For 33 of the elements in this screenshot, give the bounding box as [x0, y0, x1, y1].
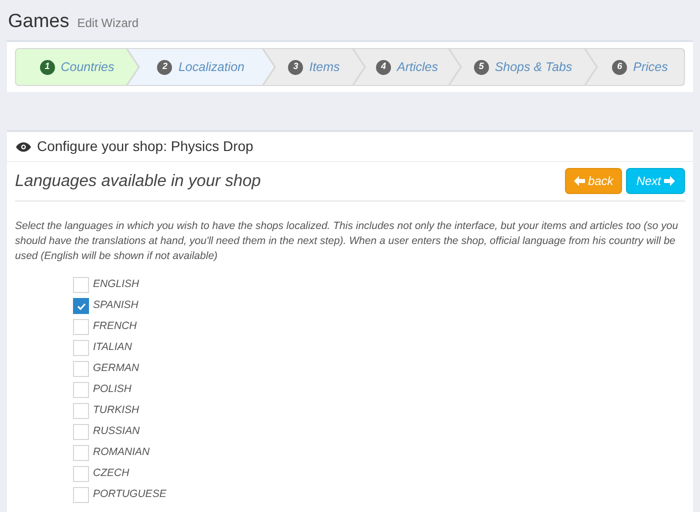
language-label: FRENCH — [93, 319, 137, 334]
step-number: 3 — [288, 60, 304, 74]
step-number: 4 — [376, 60, 391, 74]
language-label: POLISH — [93, 382, 132, 398]
language-checkbox[interactable] — [73, 298, 89, 314]
language-label: ROMANIAN — [93, 445, 150, 460]
wizard-step[interactable]: 3 Items — [264, 49, 364, 85]
step-number: 5 — [474, 60, 489, 74]
arrow-right-icon — [664, 176, 675, 186]
language-label: RUSSIAN — [93, 424, 140, 440]
language-label: SPANISH — [93, 298, 138, 314]
description-text: Select the languages in which you wish to have the shops localized. This includes not only the interface, but your items and articles too (so you should have the translations at hand, you'll need them in the next step). When a user enters the shop, official language from his country will be used (English will be shown if not available) — [15, 219, 680, 264]
wizard-step[interactable]: 1 Countries — [16, 49, 138, 85]
wizard-step[interactable]: 6 Prices — [586, 49, 684, 85]
language-label: TURKISH — [93, 403, 140, 418]
language-label: GERMAN — [93, 361, 140, 376]
language-label: ITALIAN — [93, 340, 132, 356]
language-label: CZECH — [93, 466, 130, 482]
step-number: 1 — [40, 60, 55, 74]
page-subtitle: Edit Wizard — [77, 15, 139, 32]
language-label: PORTUGUESE — [93, 487, 166, 502]
wizard-step[interactable]: 2 Localization — [128, 49, 274, 85]
panel-title: Configure your shop: Physics Drop — [37, 137, 254, 156]
wizard-step[interactable]: 4 Articles — [354, 49, 460, 85]
eye-icon — [16, 142, 31, 152]
language-label: ENGLISH — [93, 277, 140, 292]
arrow-left-icon — [574, 176, 585, 186]
check-icon — [76, 302, 86, 310]
step-number: 2 — [157, 60, 172, 74]
step-number: 6 — [612, 60, 628, 74]
page-title: Games — [8, 10, 70, 34]
wizard-step[interactable]: 5 Shops & Tabs — [450, 49, 596, 85]
section-heading: Languages available in your shop — [15, 170, 261, 192]
